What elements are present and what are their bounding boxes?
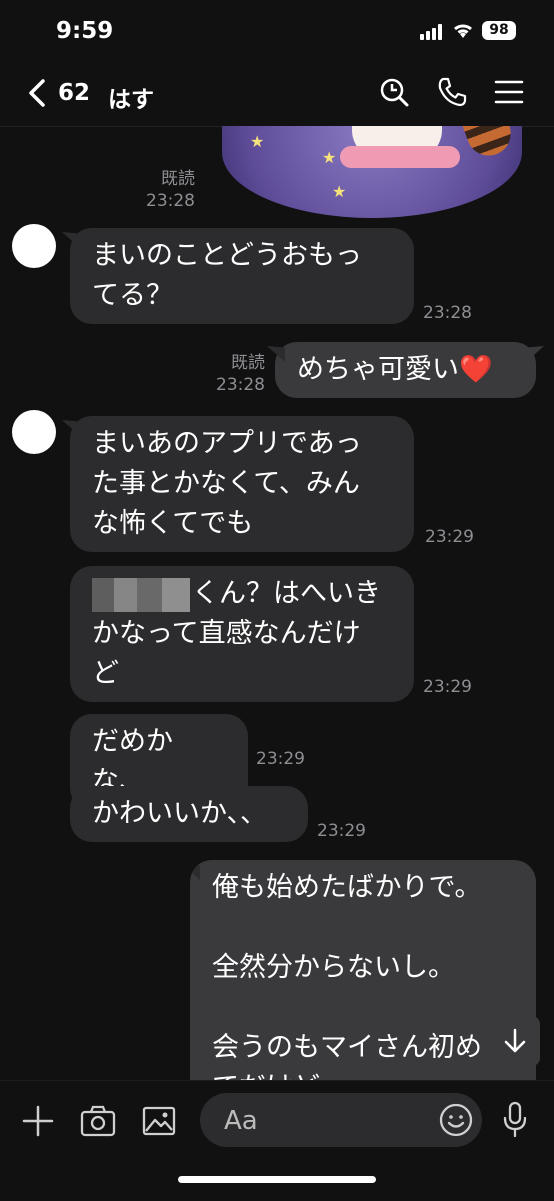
- message-list[interactable]: ★ ★ ★ 既読 23:28 まいのことどうおもっ てる？ 23:28 既読 2…: [0, 126, 554, 1080]
- message-time: 23:29: [423, 677, 472, 697]
- chat-title: はす: [108, 87, 154, 113]
- search-icon[interactable]: [378, 76, 410, 108]
- message-time: 23:28: [423, 303, 472, 323]
- plus-icon[interactable]: [22, 1105, 54, 1137]
- chevron-left-icon[interactable]: [26, 78, 48, 108]
- avatar[interactable]: [12, 410, 56, 454]
- message-input[interactable]: [222, 1093, 426, 1149]
- sticker-image: ★ ★ ★: [222, 126, 522, 218]
- phone-icon[interactable]: [436, 76, 468, 108]
- battery-indicator: 98: [482, 21, 516, 40]
- avatar[interactable]: [12, 224, 56, 268]
- signal-icon: [420, 24, 446, 40]
- message-bubble[interactable]: まいのことどうおもっ てる？: [70, 228, 414, 324]
- arrow-down-icon: [504, 1028, 526, 1053]
- mic-icon[interactable]: [502, 1101, 528, 1139]
- scroll-down-button[interactable]: [490, 1016, 540, 1066]
- message-bubble[interactable]: くん？はへいき かなって直感なんだけ ど: [70, 566, 414, 702]
- image-icon[interactable]: [142, 1105, 176, 1137]
- redacted-name: [92, 577, 190, 612]
- message-bubble[interactable]: かわいいか、、: [70, 786, 308, 842]
- camera-icon[interactable]: [80, 1105, 116, 1137]
- home-indicator: [178, 1176, 376, 1183]
- wifi-icon: [454, 24, 472, 38]
- read-receipt: 既読 23:28: [146, 169, 195, 211]
- message-time: 23:29: [256, 749, 305, 769]
- heart-emoji: ❤️: [459, 354, 493, 385]
- message-bubble[interactable]: まいあのアプリであっ た事とかなくて、みん な怖くてでも: [70, 416, 414, 552]
- status-time: 9:59: [56, 18, 114, 44]
- message-time: 23:29: [317, 821, 366, 841]
- message-bubble-mine[interactable]: めちゃ可愛い❤️: [275, 342, 536, 398]
- menu-icon[interactable]: [494, 76, 524, 108]
- message-input-box[interactable]: [200, 1093, 482, 1149]
- message-bubble-mine[interactable]: 俺も始めたばかりで。 全然分からないし。 会うのもマイさん初め てだけど: [190, 860, 536, 1080]
- status-bar: 9:59 98: [0, 0, 554, 60]
- unread-count[interactable]: 62: [58, 80, 90, 106]
- read-receipt: 既読 23:28: [216, 353, 265, 395]
- message-time: 23:29: [425, 527, 474, 547]
- emoji-icon[interactable]: [438, 1102, 474, 1138]
- chat-header: 62 はす: [0, 60, 554, 127]
